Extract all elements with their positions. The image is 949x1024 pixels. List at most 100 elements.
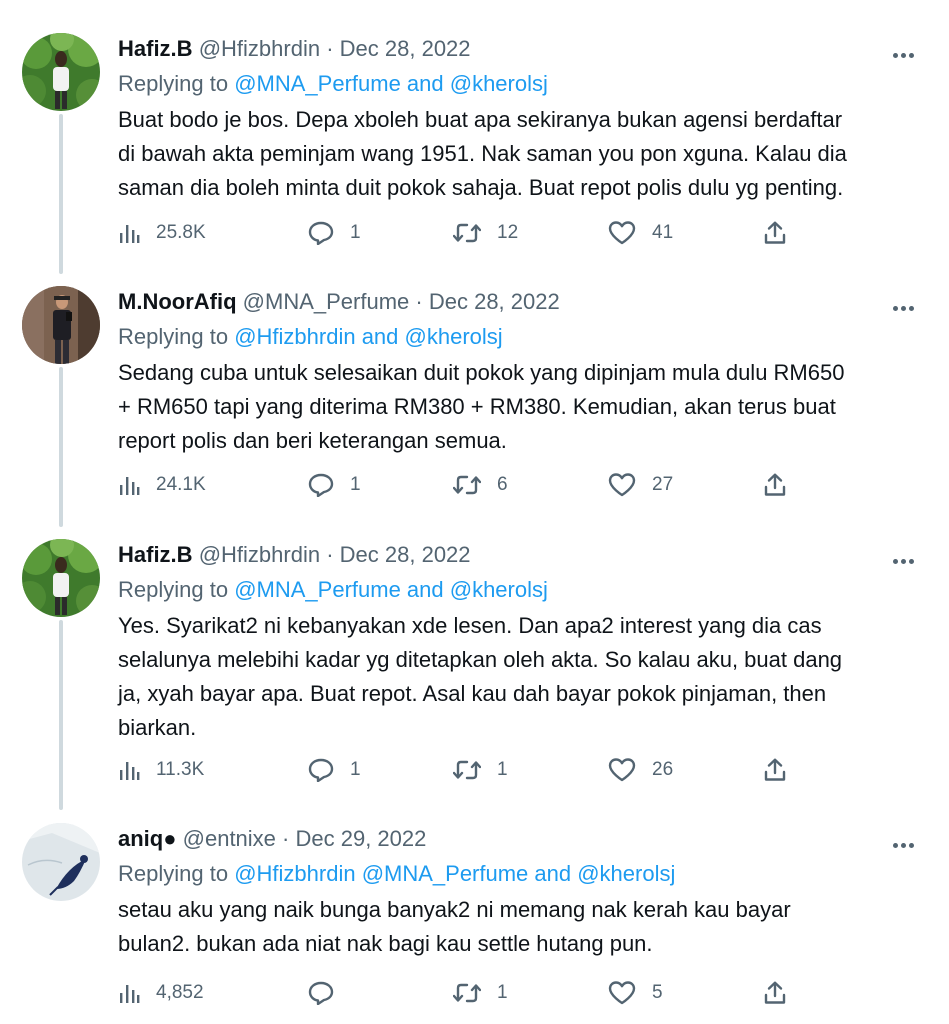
reply-icon <box>308 473 334 497</box>
person-standing-plants-photo-icon <box>22 539 100 617</box>
replying-links[interactable]: @MNA_Perfume and @kherolsj <box>234 577 548 602</box>
timestamp[interactable]: Dec 28, 2022 <box>429 289 560 314</box>
avatar[interactable] <box>22 823 100 901</box>
share-icon <box>764 758 786 781</box>
replying-links[interactable]: @Hfizbhrdin @MNA_Perfume and @kherolsj <box>234 861 675 886</box>
views-button[interactable]: 4,852 <box>118 978 204 1008</box>
like-button[interactable]: 5 <box>608 978 663 1008</box>
tweet-text-line: report polis dan beri keterangan semua. <box>118 428 507 453</box>
like-icon <box>608 981 636 1005</box>
timestamp[interactable]: Dec 29, 2022 <box>296 826 427 851</box>
views-count: 11.3K <box>156 759 205 780</box>
retweet-button[interactable]: 12 <box>453 218 518 248</box>
avatar[interactable] <box>22 286 100 364</box>
share-icon <box>764 221 786 244</box>
tweet-header: aniq● @entnixe · Dec 29, 2022 <box>118 825 426 853</box>
reply-button[interactable]: 1 <box>308 218 361 248</box>
display-name[interactable]: aniq● <box>118 826 177 851</box>
retweet-count: 6 <box>497 474 508 495</box>
tweet-text: Yes. Syarikat2 ni kebanyakan xde lesen. … <box>118 609 918 745</box>
like-button[interactable]: 41 <box>608 218 673 248</box>
thread-line <box>59 620 63 810</box>
separator: · <box>326 542 334 567</box>
display-name[interactable]: Hafiz.B <box>118 542 193 567</box>
reply-button[interactable] <box>308 978 350 1008</box>
reply-button[interactable]: 1 <box>308 470 361 500</box>
share-button[interactable] <box>763 470 803 500</box>
separator: · <box>415 289 423 314</box>
views-button[interactable]: 24.1K <box>118 470 206 500</box>
reply-button[interactable]: 1 <box>308 755 361 785</box>
handle[interactable]: @Hfizbhrdin <box>199 542 320 567</box>
views-icon <box>120 477 140 495</box>
thread-line <box>59 114 63 274</box>
display-name[interactable]: M.NoorAfiq <box>118 289 237 314</box>
replying-to: Replying to @MNA_Perfume and @kherolsj <box>118 70 548 98</box>
action-bar: 11.3K 1 1 26 <box>118 755 918 785</box>
reply-count: 1 <box>350 474 361 495</box>
tweet-text-line: biarkan. <box>118 715 197 740</box>
action-bar: 4,852 1 5 <box>118 978 918 1008</box>
tweet-text: setau aku yang naik bunga banyak2 ni mem… <box>118 893 918 961</box>
like-button[interactable]: 26 <box>608 755 673 785</box>
retweet-icon <box>453 983 481 1003</box>
tweet-text-line: Buat bodo je bos. Depa xboleh buat apa s… <box>118 107 843 132</box>
tweet-text: Sedang cuba untuk selesaikan duit pokok … <box>118 356 918 458</box>
avatar[interactable] <box>22 539 100 617</box>
retweet-icon <box>453 760 481 780</box>
views-icon <box>120 225 140 243</box>
replying-to: Replying to @Hfizbhrdin @MNA_Perfume and… <box>118 860 675 888</box>
more-icon[interactable] <box>893 298 925 311</box>
tweet-text-line: saman dia boleh minta duit pokok sahaja.… <box>118 175 844 200</box>
share-button[interactable] <box>763 755 803 785</box>
views-button[interactable]: 25.8K <box>118 218 206 248</box>
reply-icon <box>308 221 334 245</box>
share-icon <box>764 981 786 1004</box>
replying-to: Replying to @Hfizbhrdin and @kherolsj <box>118 323 503 351</box>
views-icon <box>120 762 140 780</box>
previous-tweet-edge <box>0 0 949 8</box>
handle[interactable]: @entnixe <box>183 826 276 851</box>
like-button[interactable]: 27 <box>608 470 673 500</box>
like-count: 26 <box>652 759 674 780</box>
retweet-count: 1 <box>497 982 508 1003</box>
replying-to: Replying to @MNA_Perfume and @kherolsj <box>118 576 548 604</box>
replying-label: Replying to <box>118 71 229 96</box>
views-button[interactable]: 11.3K <box>118 755 204 785</box>
more-icon[interactable] <box>893 45 925 58</box>
like-icon <box>608 758 636 782</box>
timestamp[interactable]: Dec 28, 2022 <box>340 542 471 567</box>
reply-count: 1 <box>350 222 361 243</box>
display-name[interactable]: Hafiz.B <box>118 36 193 61</box>
tweet-text-line: setau aku yang naik bunga banyak2 ni mem… <box>118 897 791 922</box>
retweet-button[interactable]: 1 <box>453 755 508 785</box>
tweet-header: M.NoorAfiq @MNA_Perfume · Dec 28, 2022 <box>118 288 560 316</box>
more-icon[interactable] <box>893 835 925 848</box>
bird-drawing-photo-icon <box>22 823 100 901</box>
tweet-text-line: di bawah akta peminjam wang 1951. Nak sa… <box>118 141 847 166</box>
handle[interactable]: @Hfizbhrdin <box>199 36 320 61</box>
like-icon <box>608 221 636 245</box>
separator: · <box>326 36 334 61</box>
replying-label: Replying to <box>118 324 229 349</box>
tweet-text-line: bulan2. bukan ada niat nak bagi kau sett… <box>118 931 653 956</box>
tweet-text-line: + RM650 tapi yang diterima RM380 + RM380… <box>118 394 836 419</box>
share-button[interactable] <box>763 218 803 248</box>
reply-icon <box>308 758 334 782</box>
tweet-text-line: Yes. Syarikat2 ni kebanyakan xde lesen. … <box>118 613 822 638</box>
avatar[interactable] <box>22 33 100 111</box>
retweet-button[interactable]: 6 <box>453 470 508 500</box>
tweet-header: Hafiz.B @Hfizbhrdin · Dec 28, 2022 <box>118 541 471 569</box>
share-button[interactable] <box>763 978 803 1008</box>
views-count: 4,852 <box>156 982 204 1003</box>
handle[interactable]: @MNA_Perfume <box>243 289 410 314</box>
retweet-button[interactable]: 1 <box>453 978 508 1008</box>
action-bar: 24.1K 1 6 27 <box>118 470 918 500</box>
like-icon <box>608 473 636 497</box>
replying-links[interactable]: @MNA_Perfume and @kherolsj <box>234 71 548 96</box>
views-count: 25.8K <box>156 222 206 243</box>
reply-count: 1 <box>350 759 361 780</box>
timestamp[interactable]: Dec 28, 2022 <box>340 36 471 61</box>
more-icon[interactable] <box>893 551 925 564</box>
replying-links[interactable]: @Hfizbhrdin and @kherolsj <box>234 324 502 349</box>
